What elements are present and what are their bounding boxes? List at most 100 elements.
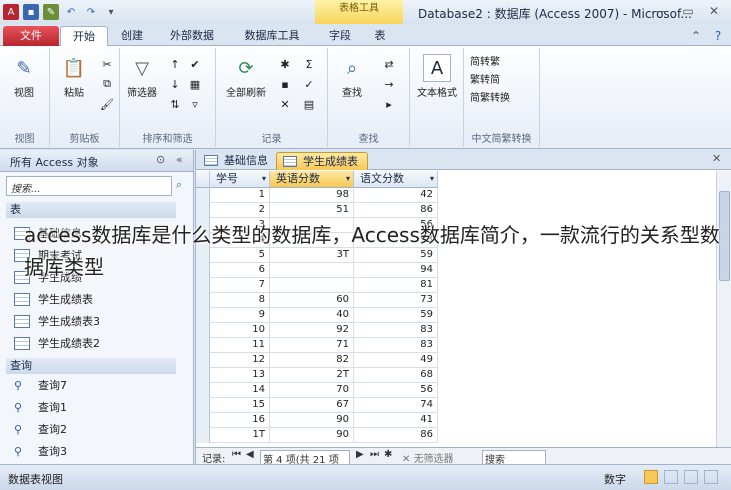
row-selector[interactable] bbox=[196, 383, 210, 398]
traditional-to-simplified-button[interactable]: 繁转简 bbox=[470, 72, 510, 90]
clear-sort-icon[interactable]: ⇅ bbox=[166, 96, 184, 112]
advanced-icon[interactable]: ▦ bbox=[186, 76, 204, 92]
nav-search-input[interactable]: 搜索... bbox=[6, 176, 172, 196]
datasheet-view-icon[interactable] bbox=[644, 470, 658, 484]
refresh-all-button[interactable]: ⟳ 全部刷新 bbox=[222, 54, 270, 100]
doc-tab-basic-info[interactable]: 基础信息 bbox=[198, 152, 274, 170]
maximize-icon[interactable]: ▭ bbox=[676, 2, 700, 20]
text-format-button[interactable]: A 文本格式 bbox=[414, 54, 460, 99]
table-cell[interactable]: 1 bbox=[210, 188, 270, 203]
chevron-down-icon[interactable]: ▾ bbox=[430, 171, 434, 187]
table-cell[interactable]: 70 bbox=[270, 383, 354, 398]
table-cell[interactable]: 82 bbox=[270, 353, 354, 368]
table-cell[interactable]: 59 bbox=[354, 308, 438, 323]
redo-icon[interactable]: ↷ bbox=[83, 4, 99, 20]
table-cell[interactable]: 90 bbox=[270, 413, 354, 428]
tab-database-tools[interactable]: 数据库工具 bbox=[236, 26, 308, 46]
search-icon[interactable]: ⌕ bbox=[176, 178, 182, 192]
save-icon[interactable]: ▪ bbox=[23, 4, 39, 20]
customize-icon[interactable]: ▾ bbox=[103, 4, 119, 20]
table-cell[interactable]: 9 bbox=[210, 308, 270, 323]
table-cell[interactable]: 16 bbox=[210, 413, 270, 428]
table-cell[interactable]: 83 bbox=[354, 338, 438, 353]
table-cell[interactable]: 86 bbox=[354, 203, 438, 218]
nav-query-item[interactable]: ⚲ 查询3 bbox=[14, 440, 174, 462]
row-selector[interactable] bbox=[196, 338, 210, 353]
chevron-down-icon[interactable]: ▾ bbox=[346, 171, 350, 187]
close-icon[interactable]: ✕ bbox=[702, 2, 726, 20]
cut-icon[interactable]: ✂ bbox=[98, 56, 116, 72]
sort-descending-icon[interactable]: ↓ bbox=[166, 76, 184, 92]
doc-tab-student-scores[interactable]: 学生成绩表 bbox=[276, 152, 368, 170]
delete-icon[interactable]: ✕ bbox=[276, 96, 294, 112]
table-cell[interactable]: 13 bbox=[210, 368, 270, 383]
row-selector[interactable] bbox=[196, 368, 210, 383]
nav-query-item[interactable]: ⚲ 查询1 bbox=[14, 396, 174, 418]
more-icon[interactable]: ▤ bbox=[300, 96, 318, 112]
new-record-nav-icon[interactable]: ✱ bbox=[384, 449, 392, 460]
table-cell[interactable]: 1T bbox=[210, 428, 270, 443]
table-row[interactable]: 2 51 86 bbox=[196, 203, 438, 218]
design-view-icon[interactable] bbox=[704, 470, 718, 484]
row-selector[interactable] bbox=[196, 428, 210, 443]
row-selector[interactable] bbox=[196, 353, 210, 368]
table-cell[interactable]: 71 bbox=[270, 338, 354, 353]
tab-create[interactable]: 创建 bbox=[114, 26, 150, 46]
table-cell[interactable]: 83 bbox=[354, 323, 438, 338]
table-cell[interactable]: 98 bbox=[270, 188, 354, 203]
last-record-icon[interactable]: ⏭ bbox=[370, 449, 379, 460]
table-row[interactable]: 13 2T 68 bbox=[196, 368, 438, 383]
section-queries[interactable]: 查询 bbox=[6, 358, 176, 374]
find-button[interactable]: ⌕ 查找 bbox=[332, 54, 372, 100]
sort-ascending-icon[interactable]: ↑ bbox=[166, 56, 184, 72]
table-cell[interactable]: 86 bbox=[354, 428, 438, 443]
select-icon[interactable]: ▸ bbox=[380, 96, 398, 112]
nav-query-item[interactable]: ⚲ 查询2 bbox=[14, 418, 174, 440]
goto-icon[interactable]: → bbox=[380, 76, 398, 92]
table-row[interactable]: 15 67 74 bbox=[196, 398, 438, 413]
nav-query-item[interactable]: ⚲ 查询7 bbox=[14, 374, 174, 396]
nav-header[interactable]: 所有 Access 对象 ⊙ « bbox=[0, 150, 193, 172]
nav-table-item[interactable]: 学生成绩表 bbox=[14, 288, 174, 310]
vertical-scrollbar[interactable] bbox=[716, 171, 731, 447]
undo-icon[interactable]: ↶ bbox=[63, 4, 79, 20]
table-row[interactable]: 12 82 49 bbox=[196, 353, 438, 368]
simplified-to-traditional-button[interactable]: 简转繁 bbox=[470, 54, 510, 72]
save-record-icon[interactable]: ▪ bbox=[276, 76, 294, 92]
row-selector[interactable] bbox=[196, 308, 210, 323]
edit-icon[interactable]: ✎ bbox=[43, 4, 59, 20]
row-selector[interactable] bbox=[196, 413, 210, 428]
filter-button[interactable]: ▽ 筛选器 bbox=[122, 54, 162, 100]
filter-status[interactable]: ✕ 无筛选器 bbox=[402, 450, 454, 465]
first-record-icon[interactable]: ⏮ bbox=[232, 449, 241, 460]
chart-view-icon[interactable] bbox=[684, 470, 698, 484]
table-row[interactable]: 9 40 59 bbox=[196, 308, 438, 323]
table-cell[interactable]: 15 bbox=[210, 398, 270, 413]
table-cell[interactable]: 49 bbox=[354, 353, 438, 368]
table-cell[interactable]: 67 bbox=[270, 398, 354, 413]
replace-icon[interactable]: ⇄ bbox=[380, 56, 398, 72]
totals-icon[interactable]: Σ bbox=[300, 56, 318, 72]
column-header-id[interactable]: 学号 ▾ bbox=[210, 171, 270, 188]
row-selector[interactable] bbox=[196, 203, 210, 218]
table-cell[interactable]: 73 bbox=[354, 293, 438, 308]
table-row[interactable]: 14 70 56 bbox=[196, 383, 438, 398]
table-row[interactable]: 10 92 83 bbox=[196, 323, 438, 338]
table-row[interactable]: 16 90 41 bbox=[196, 413, 438, 428]
pivot-view-icon[interactable] bbox=[664, 470, 678, 484]
row-selector[interactable] bbox=[196, 293, 210, 308]
row-selector[interactable] bbox=[196, 188, 210, 203]
new-record-icon[interactable]: ✱ bbox=[276, 56, 294, 72]
minimize-ribbon-icon[interactable]: ⌃ bbox=[684, 27, 708, 45]
tab-fields[interactable]: 字段 bbox=[320, 26, 360, 46]
table-cell[interactable]: 60 bbox=[270, 293, 354, 308]
table-cell[interactable]: 40 bbox=[270, 308, 354, 323]
spelling-icon[interactable]: ✓ bbox=[300, 76, 318, 92]
nav-table-item[interactable]: 学生成绩表3 bbox=[14, 310, 174, 332]
minimize-icon[interactable]: — bbox=[650, 2, 674, 20]
select-all-corner[interactable] bbox=[196, 171, 210, 188]
table-cell[interactable]: 8 bbox=[210, 293, 270, 308]
column-header-chinese[interactable]: 语文分数 ▾ bbox=[354, 171, 438, 188]
tab-table[interactable]: 表 bbox=[365, 26, 395, 46]
collapse-icon[interactable]: « bbox=[176, 153, 183, 166]
